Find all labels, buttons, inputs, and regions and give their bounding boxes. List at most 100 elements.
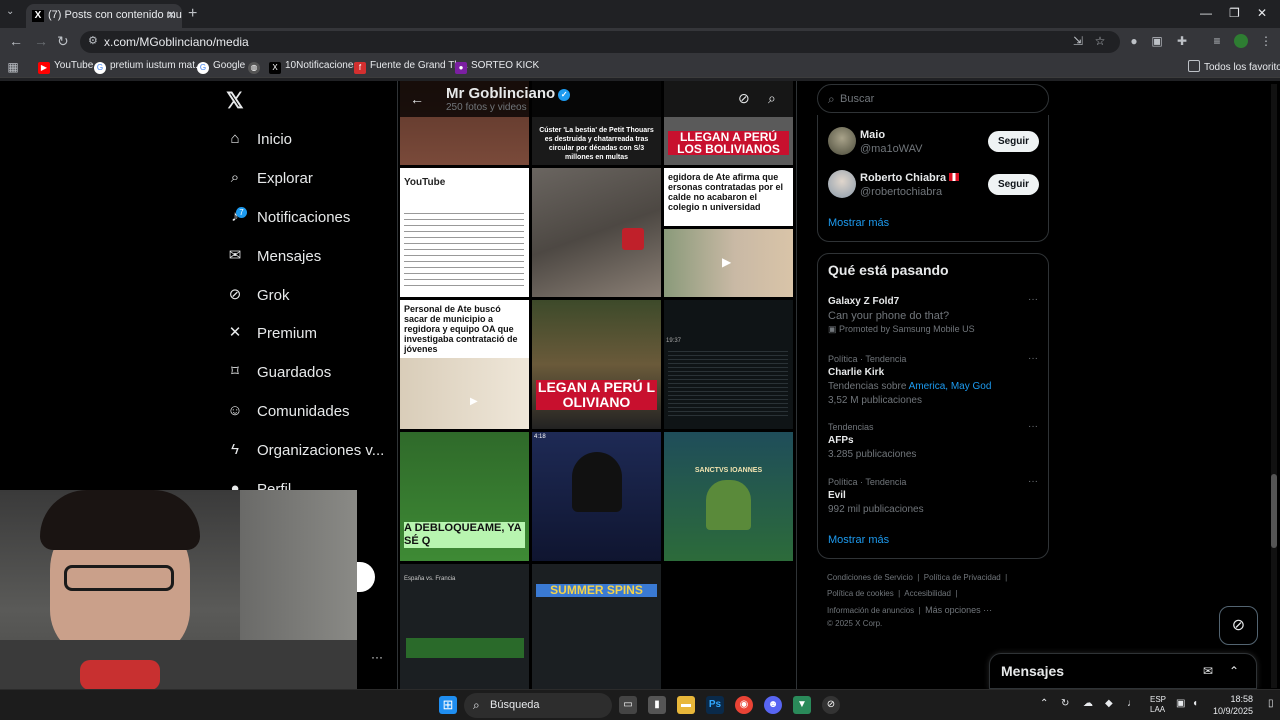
app-icon[interactable]: ⊘ xyxy=(822,696,840,714)
bookmark-pretium[interactable]: Gpretium iustum mat... xyxy=(94,60,203,74)
google-icon: G xyxy=(94,62,106,74)
microphone-icon[interactable]: ♩ xyxy=(1127,698,1137,709)
media-item[interactable]: SANCTVS IOANNES xyxy=(664,432,793,561)
apps-icon[interactable]: ▦ xyxy=(6,60,20,74)
address-bar[interactable]: ⚙ x.com/MGoblinciano/media xyxy=(80,31,1120,53)
media-item[interactable]: Personal de Ate buscó sacar de municipio… xyxy=(400,300,529,429)
media-item[interactable]: 4:18 xyxy=(532,432,661,561)
puzzle-icon[interactable]: ✚ xyxy=(1175,34,1189,48)
media-item[interactable]: YouTube xyxy=(400,168,529,297)
trend-item[interactable]: Tendencias AFPs 3.285 publicaciones ··· xyxy=(828,421,1038,462)
tray-app-icon[interactable]: ◆ xyxy=(1105,698,1113,709)
reading-list-icon[interactable]: ≡ xyxy=(1210,34,1224,48)
new-message-icon[interactable]: ✉ xyxy=(1203,664,1213,678)
media-item[interactable]: España vs. Francia xyxy=(400,564,529,689)
scrollbar-thumb[interactable] xyxy=(1271,474,1277,548)
more-icon[interactable]: ··· xyxy=(1028,294,1038,305)
notification-center-icon[interactable]: ▯ xyxy=(1268,698,1274,709)
file-explorer-icon[interactable]: ▬ xyxy=(677,696,695,714)
app-icon[interactable]: ▮ xyxy=(648,696,666,714)
grok-fab-icon[interactable]: ⊘ xyxy=(1219,606,1258,645)
nav-inicio[interactable]: ⌂ Inicio xyxy=(226,124,292,154)
trend-name: Charlie Kirk xyxy=(828,367,885,378)
more-icon[interactable]: ··· xyxy=(1028,353,1038,364)
nav-comunidades[interactable]: ☺ Comunidades xyxy=(226,396,349,426)
page-scrollbar[interactable] xyxy=(1271,84,1277,688)
tab-search-icon[interactable]: ⌄ xyxy=(6,6,20,20)
reload-icon[interactable]: ↻ xyxy=(57,33,69,50)
media-item[interactable]: egidora de Ate afirma que ersonas contra… xyxy=(664,168,793,226)
bookmark-globe[interactable]: ◍ xyxy=(248,60,264,74)
more-icon[interactable]: ··· xyxy=(1028,421,1038,432)
expand-icon[interactable]: ⌃ xyxy=(1229,664,1239,678)
bookmark-notificaciones[interactable]: X 10Notificaciones xyxy=(269,60,358,74)
discord-icon[interactable]: ☻ xyxy=(764,696,782,714)
back-icon[interactable]: ← xyxy=(9,33,23,49)
back-arrow-icon[interactable]: ← xyxy=(410,91,424,107)
app-icon[interactable]: ▼ xyxy=(793,696,811,714)
follow-button[interactable]: Seguir xyxy=(988,174,1039,195)
suggestion-name: Roberto Chiabra xyxy=(860,172,960,184)
x-logo-icon[interactable]: 𝕏 xyxy=(226,88,244,114)
extension2-icon[interactable]: ▣ xyxy=(1150,34,1164,48)
avatar xyxy=(828,170,856,198)
messages-drawer[interactable]: Mensajes ✉ ⌃ xyxy=(989,653,1257,689)
language-indicator[interactable]: ESP LAA xyxy=(1150,695,1166,715)
chrome-icon[interactable]: ◉ xyxy=(735,696,753,714)
grok-icon[interactable]: ⊘ xyxy=(738,90,750,107)
ad-icon: ▣ xyxy=(828,324,837,334)
media-item[interactable]: LEGAN A PERÚ L OLIVIANO xyxy=(532,300,661,429)
close-tab-icon[interactable]: ✕ xyxy=(166,8,176,22)
nav-organizaciones[interactable]: ϟ Organizaciones v... xyxy=(226,435,384,465)
search-icon[interactable]: ⌕ xyxy=(768,90,776,107)
nav-guardados[interactable]: ⌑ Guardados xyxy=(226,357,331,387)
trend-item[interactable]: Galaxy Z Fold7 Can your phone do that? ▣… xyxy=(828,294,1038,335)
network-icon[interactable]: ▣ xyxy=(1176,698,1185,709)
install-icon[interactable]: ⇲ xyxy=(1071,34,1085,48)
follow-button[interactable]: Seguir xyxy=(988,131,1039,152)
search-input[interactable]: ⌕ Buscar xyxy=(817,84,1049,113)
onedrive-icon[interactable]: ☁ xyxy=(1083,698,1093,709)
search-icon: ⌕ xyxy=(230,169,240,186)
media-item[interactable]: A DEBLOQUEAME, YA SÉ Q xyxy=(400,432,529,561)
post-button[interactable] xyxy=(357,562,375,592)
volume-icon[interactable]: ◖ xyxy=(1192,698,1198,709)
task-view-icon[interactable]: ▭ xyxy=(619,696,637,714)
extension-icon[interactable]: ● xyxy=(1127,34,1141,48)
windows-start-icon[interactable]: ⊞ xyxy=(439,696,457,714)
media-item[interactable] xyxy=(532,168,661,297)
restore-icon[interactable]: ❐ xyxy=(1229,6,1240,20)
nav-premium[interactable]: ✕ Premium xyxy=(226,318,317,348)
bookmark-youtube[interactable]: ▶ YouTube xyxy=(38,60,93,74)
active-tab[interactable]: X (7) Posts con contenido multim ✕ xyxy=(26,4,182,28)
bookmark-fuente[interactable]: f Fuente de Grand Th... xyxy=(354,60,468,74)
show-more-link[interactable]: Mostrar más xyxy=(828,534,889,546)
media-item[interactable]: 19:37 xyxy=(664,300,793,429)
minimize-icon[interactable]: — xyxy=(1200,6,1212,20)
tray-chevron-icon[interactable]: ⌃ xyxy=(1040,698,1048,709)
trend-item[interactable]: Política · Tendencia Charlie Kirk Tenden… xyxy=(828,353,1038,408)
tray-app-icon[interactable]: ↻ xyxy=(1061,698,1069,709)
bookmark-sorteo[interactable]: ● SORTEO KICK xyxy=(455,60,539,74)
taskbar-search[interactable]: ⌕ Búsqueda xyxy=(464,693,612,718)
close-window-icon[interactable]: ✕ xyxy=(1257,6,1267,20)
all-bookmarks[interactable]: Todos los favoritos xyxy=(1188,60,1280,73)
site-info-icon[interactable]: ⚙ xyxy=(88,34,98,47)
more-options-icon[interactable]: ··· xyxy=(371,650,383,664)
show-more-link[interactable]: Mostrar más xyxy=(828,217,889,229)
more-icon[interactable]: ··· xyxy=(1028,476,1038,487)
menu-icon[interactable]: ⋮ xyxy=(1259,34,1273,48)
photoshop-icon[interactable]: Ps xyxy=(706,696,724,714)
media-item[interactable]: SUMMER SPINS xyxy=(532,564,661,689)
media-item[interactable]: ▶ xyxy=(664,229,793,297)
bookmark-google[interactable]: G Google xyxy=(197,60,245,74)
new-tab-icon[interactable]: + xyxy=(188,5,197,23)
nav-grok[interactable]: ⊘ Grok xyxy=(226,280,290,310)
system-clock[interactable]: 18:58 10/9/2025 xyxy=(1213,693,1253,717)
forward-icon[interactable]: → xyxy=(34,33,48,49)
trend-item[interactable]: Política · Tendencia Evil 992 mil public… xyxy=(828,476,1038,517)
nav-explorar[interactable]: ⌕ Explorar xyxy=(226,163,313,193)
nav-mensajes[interactable]: ✉ Mensajes xyxy=(226,241,322,271)
profile-avatar-icon[interactable] xyxy=(1234,34,1248,48)
star-icon[interactable]: ☆ xyxy=(1093,34,1107,48)
